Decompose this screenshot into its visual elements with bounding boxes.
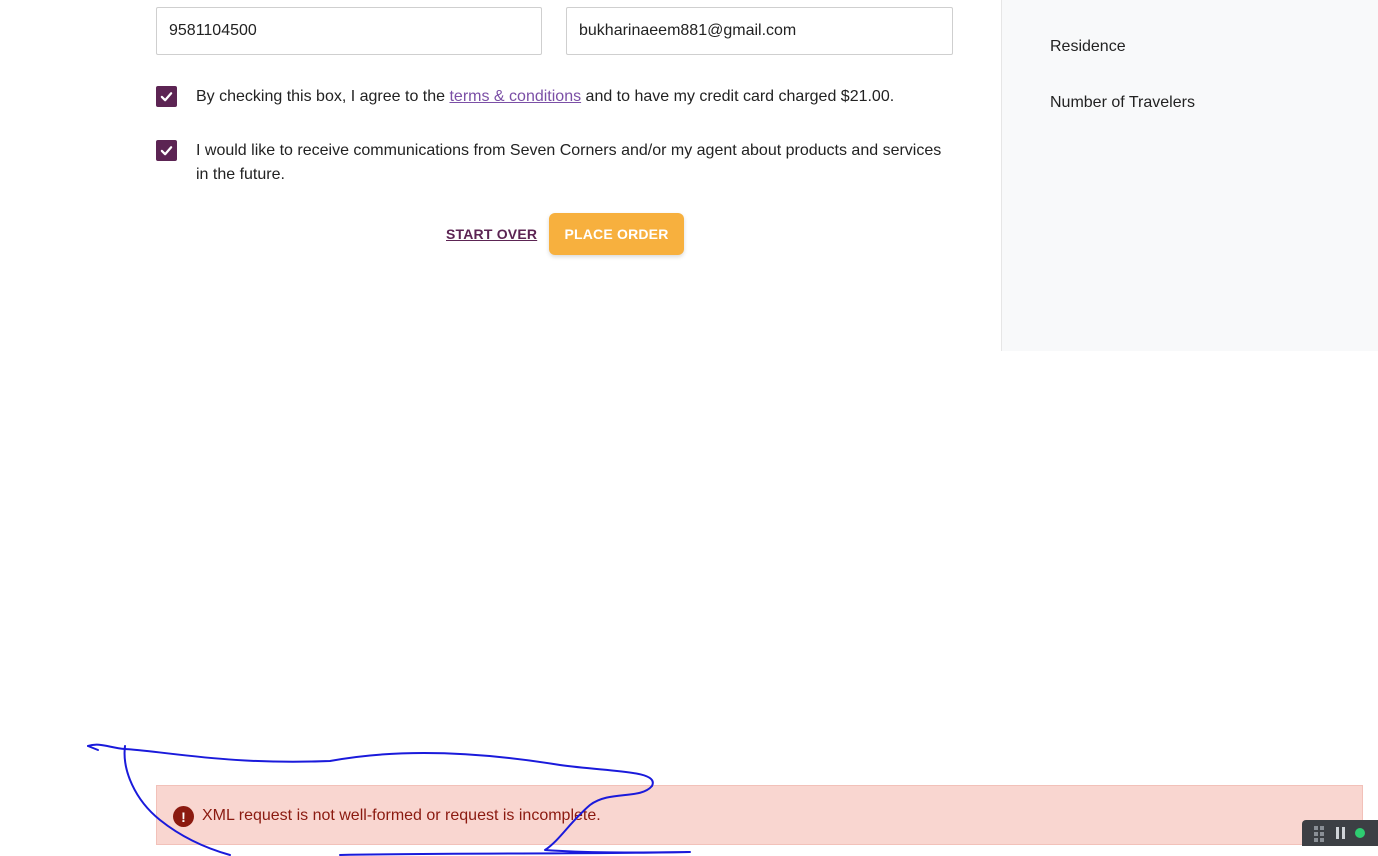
terms-prefix: By checking this box, I agree to the <box>196 88 450 105</box>
phone-field[interactable] <box>156 7 542 55</box>
error-banner: ! XML request is not well-formed or requ… <box>156 785 1363 845</box>
checkmark-icon <box>160 92 173 102</box>
drag-handle-icon[interactable] <box>1314 826 1326 842</box>
communications-text: I would like to receive communications f… <box>196 142 942 183</box>
communications-row: I would like to receive communications f… <box>156 140 956 188</box>
pause-icon[interactable] <box>1336 827 1345 839</box>
terms-agreement-row: By checking this box, I agree to the ter… <box>156 86 956 110</box>
terms-suffix: and to have my credit card charged $21.0… <box>581 88 895 105</box>
recording-status-icon <box>1355 828 1365 838</box>
checkmark-icon <box>160 146 173 156</box>
sidebar-item-number-of-travelers: Number of Travelers <box>1050 94 1195 111</box>
recording-toolbar <box>1302 820 1378 846</box>
place-order-button[interactable]: PLACE ORDER <box>549 213 684 255</box>
start-over-link[interactable]: START OVER <box>446 226 537 242</box>
terms-checkbox[interactable] <box>156 86 177 107</box>
communications-checkbox[interactable] <box>156 140 177 161</box>
trip-summary-sidebar: Residence Number of Travelers <box>1001 0 1378 351</box>
error-message: XML request is not well-formed or reques… <box>202 807 601 824</box>
checkout-page: By checking this box, I agree to the ter… <box>0 0 1378 856</box>
terms-text: By checking this box, I agree to the ter… <box>196 85 894 109</box>
scribble-arrow-tip <box>87 745 99 751</box>
email-field[interactable] <box>566 7 953 55</box>
terms-conditions-link[interactable]: terms & conditions <box>449 88 581 105</box>
error-icon: ! <box>173 806 194 827</box>
sidebar-item-residence: Residence <box>1050 38 1126 55</box>
